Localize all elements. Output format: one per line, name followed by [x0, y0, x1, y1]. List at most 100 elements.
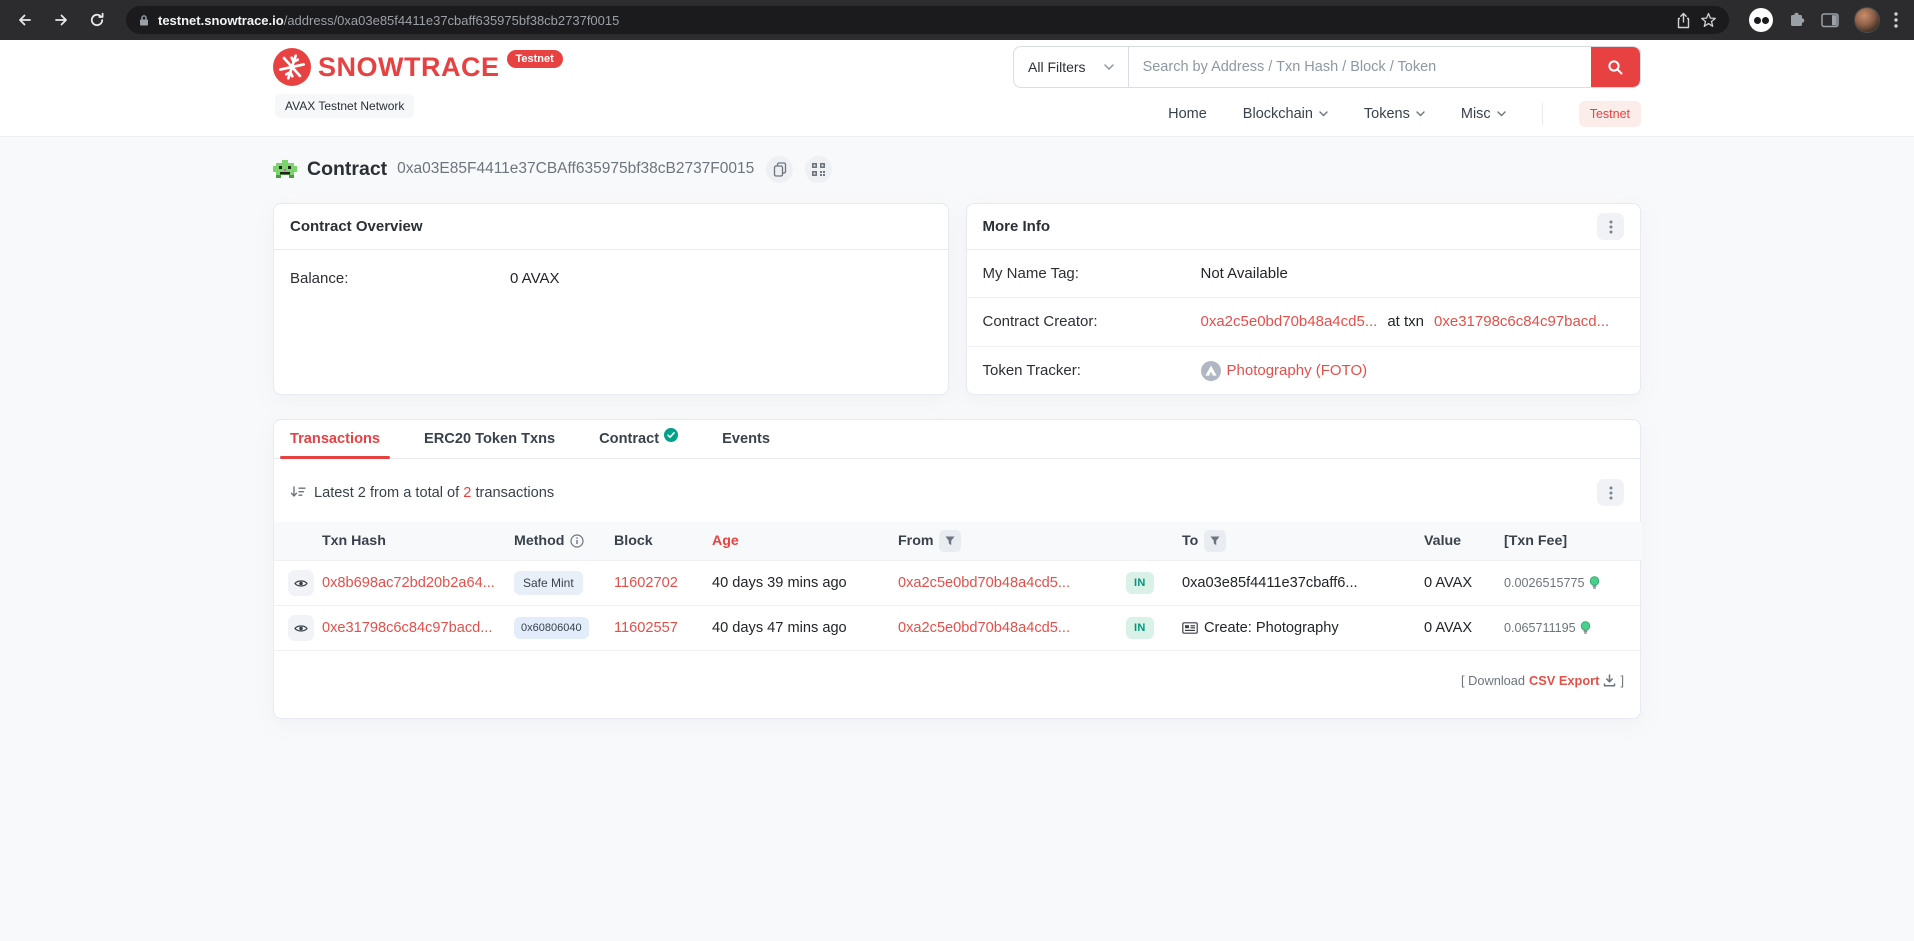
lock-icon [138, 14, 150, 27]
chevron-down-icon [1319, 111, 1328, 117]
brand: SNOWTRACE Testnet AVAX Testnet Network [273, 48, 563, 118]
snowtrace-logo-icon[interactable] [273, 48, 311, 86]
eye-icon [294, 624, 308, 633]
overview-card-title: Contract Overview [290, 218, 423, 235]
nav-blockchain[interactable]: Blockchain [1243, 106, 1328, 122]
side-panel-icon[interactable] [1821, 12, 1840, 29]
contract-creator-label: Contract Creator: [983, 313, 1201, 330]
gas-lightbulb-icon [1580, 621, 1591, 635]
value-amount: 0 AVAX [1424, 620, 1472, 636]
nav-home[interactable]: Home [1168, 106, 1207, 122]
from-filter-button[interactable] [939, 530, 961, 552]
kebab-menu-icon [1609, 486, 1613, 500]
value-amount: 0 AVAX [1424, 575, 1472, 591]
more-info-card: More Info My Name Tag: Not Available Con… [966, 203, 1642, 395]
chevron-down-icon [1497, 111, 1506, 117]
qr-code-button[interactable] [805, 156, 832, 183]
direction-badge: IN [1126, 617, 1154, 639]
address-bar[interactable]: testnet.snowtrace.io/address/0xa03e85f44… [126, 6, 1729, 34]
tab-events[interactable]: Events [720, 421, 772, 458]
to-filter-button[interactable] [1204, 530, 1226, 552]
browser-chrome: testnet.snowtrace.io/address/0xa03e85f44… [0, 0, 1914, 40]
from-address-link[interactable]: 0xa2c5e0bd70b48a4cd5... [898, 575, 1070, 591]
sort-icon [290, 486, 306, 499]
name-tag-row: My Name Tag: Not Available [967, 250, 1641, 298]
main-nav: Home Blockchain Tokens Misc Testnet [1168, 101, 1641, 127]
browser-toolbar-right [1743, 7, 1904, 33]
txn-hash-link[interactable]: 0xe31798c6c84c97bacd... [322, 620, 492, 636]
filter-funnel-icon [945, 536, 955, 546]
extension-avatar-icon[interactable] [1749, 8, 1773, 32]
tx-preview-button[interactable] [288, 570, 314, 596]
name-tag-label: My Name Tag: [983, 265, 1201, 282]
method-badge: Safe Mint [514, 571, 583, 595]
filter-funnel-icon [1210, 536, 1220, 546]
creator-at-txn-text: at txn [1387, 313, 1424, 330]
browser-profile-avatar[interactable] [1854, 7, 1880, 33]
browser-forward-button[interactable] [46, 5, 76, 35]
browser-reload-button[interactable] [82, 5, 112, 35]
search-button[interactable] [1591, 47, 1640, 87]
chevron-down-icon [1416, 111, 1425, 117]
creation-txn-link[interactable]: 0xe31798c6c84c97bacd... [1434, 313, 1609, 330]
contract-creation-icon [1182, 622, 1198, 634]
token-tracker-link[interactable]: Photography (FOTO) [1227, 362, 1368, 379]
tx-total-count: 2 [463, 485, 471, 501]
nav-tokens[interactable]: Tokens [1364, 106, 1425, 122]
url-domain: testnet.snowtrace.io [158, 13, 284, 28]
logo-wordmark[interactable]: SNOWTRACE [318, 52, 500, 83]
block-link[interactable]: 11602557 [614, 620, 678, 636]
nav-testnet-badge[interactable]: Testnet [1579, 101, 1641, 127]
csv-prefix: [ Download [1461, 673, 1525, 688]
col-header-txn-fee: [Txn Fee] [1504, 522, 1642, 561]
tab-erc20-token-txns[interactable]: ERC20 Token Txns [422, 421, 557, 458]
search-filter-label: All Filters [1028, 59, 1086, 75]
info-icon[interactable] [570, 534, 584, 548]
share-icon[interactable] [1675, 12, 1692, 29]
transactions-card: Transactions ERC20 Token Txns Contract E… [273, 419, 1641, 719]
to-address: 0xa03e85f4411e37cbaff6... [1182, 575, 1358, 591]
page-title-row: Contract 0xa03E85F4411e37CBAff635975bf38… [273, 151, 1641, 187]
search-filter-select[interactable]: All Filters [1014, 47, 1129, 87]
age-value: 40 days 47 mins ago [712, 620, 847, 636]
col-header-from: From [898, 522, 1126, 561]
csv-export-row: [ Download CSV Export ] [274, 651, 1640, 694]
qr-code-icon [812, 163, 825, 176]
network-badge: AVAX Testnet Network [275, 94, 414, 118]
nav-misc[interactable]: Misc [1461, 106, 1506, 122]
copy-icon [773, 162, 787, 177]
browser-back-button[interactable] [10, 5, 40, 35]
col-header-age[interactable]: Age [712, 522, 898, 561]
tx-preview-button[interactable] [288, 615, 314, 641]
txn-hash-link[interactable]: 0x8b698ac72bd20b2a64... [322, 575, 495, 591]
copy-address-button[interactable] [766, 156, 793, 183]
url-path: /address/0xa03e85f4411e37cbaff635975bf38… [284, 13, 620, 28]
table-row: 0x8b698ac72bd20b2a64... Safe Mint 116027… [274, 561, 1642, 606]
tab-contract[interactable]: Contract [597, 421, 680, 458]
logo-testnet-badge: Testnet [507, 50, 563, 68]
txn-fee-value: 0.065711195 [1504, 621, 1576, 635]
direction-badge: IN [1126, 572, 1154, 594]
search-bar: All Filters [1013, 46, 1641, 88]
more-info-menu-button[interactable] [1597, 213, 1624, 240]
search-input[interactable] [1129, 47, 1591, 87]
tx-summary-row: Latest 2 from a total of 2 transactions [274, 459, 1640, 522]
gas-lightbulb-icon [1589, 576, 1600, 590]
extensions-puzzle-icon[interactable] [1787, 10, 1807, 30]
bookmark-star-icon[interactable] [1700, 12, 1717, 29]
contract-blockie-avatar [273, 157, 297, 181]
verified-check-icon [664, 428, 678, 442]
csv-export-link[interactable]: CSV Export [1529, 673, 1616, 688]
contract-creator-row: Contract Creator: 0xa2c5e0bd70b48a4cd5..… [967, 298, 1641, 346]
browser-menu-kebab-icon[interactable] [1894, 12, 1898, 28]
token-logo-icon [1201, 361, 1221, 381]
from-address-link[interactable]: 0xa2c5e0bd70b48a4cd5... [898, 620, 1070, 636]
creator-address-link[interactable]: 0xa2c5e0bd70b48a4cd5... [1201, 313, 1378, 330]
tx-options-button[interactable] [1597, 479, 1624, 506]
tab-transactions[interactable]: Transactions [288, 421, 382, 458]
col-header-eye [274, 522, 322, 561]
nav-divider [1542, 103, 1543, 125]
block-link[interactable]: 11602702 [614, 575, 678, 591]
balance-row: Balance: 0 AVAX [274, 250, 948, 307]
col-header-direction [1126, 522, 1182, 561]
